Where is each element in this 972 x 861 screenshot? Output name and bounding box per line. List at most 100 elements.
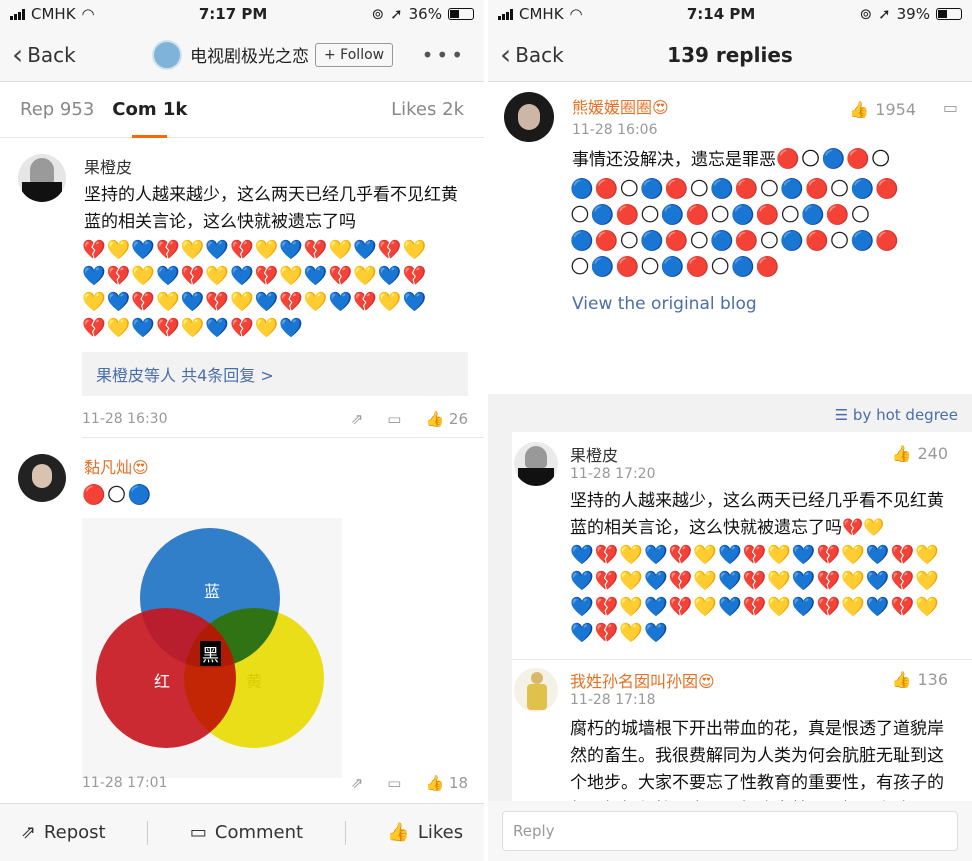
right-screen: CMHK ◠ 7:14 PM ⊚ ➚ 39% ‹ Back 139 replies…: [488, 0, 972, 861]
comment-time: 11-28 16:30: [82, 411, 168, 427]
likes-button[interactable]: 👍 Likes: [387, 822, 463, 843]
carrier: CMHK: [31, 5, 76, 23]
author-name[interactable]: 熊媛媛圈圈😍: [572, 94, 669, 118]
like-count: 240: [917, 444, 948, 463]
comment: 黏凡灿😍 🔴🌕🔵 蓝 红 黄 黑 11-28 17:01 ⇗ ▭ 👍 18: [0, 438, 484, 808]
comment-icon[interactable]: ▭: [387, 410, 401, 428]
avatar[interactable]: [18, 154, 66, 202]
member-badge-icon: 😍: [652, 98, 669, 117]
emoji-line: 💙💔💛💙💔💛💙💔💛💙💔💛💙💔: [82, 265, 428, 287]
venn-image[interactable]: 蓝 红 黄 黑: [82, 518, 342, 778]
comment-label: Comment: [214, 822, 304, 843]
comment-actions: ⇗ ▭ 👍 18: [351, 774, 468, 792]
comment-text: 坚持的人越来越少，这么两天已经几乎看不见红黄蓝的相关言论，这么快就被遗忘了吗: [84, 185, 458, 232]
comment-emojis: 💔💛💙💔💛💙💔💛💙💔💛💙💔💛 💙💔💛💙💔💛💙💔💛💙💔💛💙💔 💛💙💔💛💙💔💛💙💔💛…: [82, 237, 427, 341]
avatar[interactable]: [514, 668, 558, 712]
sort-icon: ☰: [834, 406, 853, 424]
like-button[interactable]: 👍 1954: [849, 100, 916, 119]
status-bar: CMHK ◠ 7:14 PM ⊚ ➚ 39%: [488, 0, 972, 28]
page-title: 电视剧极光之恋: [190, 47, 309, 67]
commenter-name[interactable]: 黏凡灿😍: [84, 454, 149, 478]
tab-comments[interactable]: Com 1k: [112, 99, 187, 138]
tab-reposts[interactable]: Rep 953: [20, 99, 94, 120]
divider: [344, 820, 346, 845]
avatar: [152, 39, 182, 70]
location-icon: ➚: [390, 5, 403, 23]
like-count: 18: [448, 774, 468, 792]
venn-label-red: 红: [154, 672, 171, 691]
like-count: 1954: [875, 100, 916, 119]
emoji-line: 💙💔💛💙: [570, 622, 669, 644]
member-badge-icon: 😍: [132, 458, 149, 477]
comment-emojis: 🔴🌕🔵: [82, 484, 153, 506]
reply-text: 坚持的人越来越少，这么两天已经几乎看不见红黄蓝的相关言论，这么快就被遗忘了吗💔💛: [570, 491, 944, 538]
view-original-blog-link[interactable]: View the original blog: [572, 294, 757, 314]
back-button[interactable]: ‹ Back: [488, 37, 564, 71]
emoji-line: 🌕🔵🔴🌕🔵🔴🌕🔵🔴🌕🔵🔴🌕: [570, 204, 872, 226]
like-button[interactable]: 👍 136: [892, 670, 948, 689]
like-count: 26: [448, 410, 468, 428]
comment-icon[interactable]: ▭: [387, 774, 401, 792]
reply-list: 果橙皮 11-28 17:20 👍 240 坚持的人越来越少，这么两天已经几乎看不…: [512, 432, 972, 847]
left-screen: CMHK ◠ 7:17 PM ⊚ ➚ 36% ‹ Back 电视剧极光之恋 + F…: [0, 0, 484, 861]
replier-name[interactable]: 我姓孙名囡叫孙囡😍: [570, 668, 715, 692]
comment: 果橙皮 坚持的人越来越少，这么两天已经几乎看不见红黄蓝的相关言论，这么快就被遗忘…: [0, 138, 484, 438]
reply-emojis: 💙💔💛💙💔💛💙💔💛💙💔💛💙💔💛 💙💔💛💙💔💛💙💔💛💙💔💛💙💔💛 💙💔💛💙💔💛💙💔…: [570, 542, 940, 646]
page: CMHK ◠ 7:17 PM ⊚ ➚ 36% ‹ Back 电视剧极光之恋 + F…: [0, 0, 972, 861]
battery-icon: [447, 8, 474, 20]
comment-button[interactable]: ▭ Comment: [190, 822, 303, 843]
like-button[interactable]: 👍 26: [425, 410, 468, 428]
lock-rotation-icon: ⊚: [371, 5, 385, 23]
status-bar: CMHK ◠ 7:17 PM ⊚ ➚ 36%: [0, 0, 484, 28]
avatar[interactable]: [18, 454, 66, 502]
nav-bar: ‹ Back 电视剧极光之恋 + Follow •••: [0, 28, 484, 82]
likes-label: Likes: [417, 822, 464, 843]
emoji-line: 💙💔💛💙💔💛💙💔💛💙💔💛💙💔💛: [570, 544, 940, 566]
more-icon[interactable]: •••: [422, 43, 466, 67]
back-label: Back: [515, 42, 564, 67]
reply-input[interactable]: Reply: [502, 811, 958, 851]
comment-time: 11-28 17:01: [82, 775, 168, 791]
divider: [147, 820, 149, 845]
avatar[interactable]: [514, 442, 558, 486]
avatar[interactable]: [504, 92, 554, 142]
blog-time: 11-28 16:06: [572, 122, 658, 138]
original-blog-card: 熊媛媛圈圈😍 11-28 16:06 👍 1954 ▭ 事情还没解决，遗忘是罪恶🔴…: [488, 82, 972, 394]
carrier: CMHK: [519, 5, 564, 23]
emoji-line: 🌕🔵🔴🌕🔵🔴🌕🔵🔴: [570, 256, 781, 278]
emoji-line: 🔵🔴🌕🔵🔴🌕🔵🔴🌕🔵🔴🌕🔵🔴: [570, 178, 900, 200]
nav-user[interactable]: 电视剧极光之恋 + Follow: [152, 39, 394, 70]
thumbs-up-icon: 👍: [891, 444, 912, 463]
thumbs-up-icon: 👍: [387, 822, 410, 843]
comment-icon[interactable]: ▭: [943, 98, 958, 117]
venn-label-blue: 蓝: [204, 582, 221, 601]
tab-likes[interactable]: Likes 2k: [391, 99, 464, 120]
venn-label-yellow: 黄: [246, 672, 263, 691]
bottom-toolbar: ⇗ Repost ▭ Comment 👍 Likes: [0, 803, 484, 861]
nav-bar: ‹ Back 139 replies: [488, 28, 972, 82]
like-button[interactable]: 👍 240: [892, 444, 948, 463]
sort-by-hot-degree[interactable]: ☰ by hot degree: [488, 394, 972, 432]
commenter-name[interactable]: 果橙皮: [84, 154, 132, 178]
back-button[interactable]: ‹ Back: [0, 40, 76, 68]
like-button[interactable]: 👍 18: [425, 774, 468, 792]
chevron-left-icon: ‹: [500, 37, 512, 71]
blog-emojis: 🔵🔴🌕🔵🔴🌕🔵🔴🌕🔵🔴🌕🔵🔴 🌕🔵🔴🌕🔵🔴🌕🔵🔴🌕🔵🔴🌕 🔵🔴🌕🔵🔴🌕🔵🔴🌕🔵🔴…: [570, 176, 900, 280]
replier-name-text: 我姓孙名囡叫孙囡: [570, 672, 699, 691]
comment-meta: 11-28 16:30 ⇗ ▭ 👍 26: [82, 410, 468, 428]
reply-time: 11-28 17:20: [570, 466, 656, 482]
member-badge-icon: 😍: [698, 672, 715, 691]
replier-name[interactable]: 果橙皮: [570, 442, 618, 466]
emoji-line: 🔵🔴🌕🔵🔴🌕🔵🔴🌕🔵🔴🌕🔵🔴: [570, 230, 900, 252]
lock-rotation-icon: ⊚: [859, 5, 873, 23]
blog-text-content: 事情还没解决，遗忘是罪恶: [572, 150, 776, 170]
sub-replies-link[interactable]: 果橙皮等人 共4条回复 >: [82, 352, 468, 396]
emoji-line: 💔💛💙💔💛💙💔💛💙: [82, 317, 304, 339]
battery-percent: 39%: [896, 5, 930, 23]
share-icon[interactable]: ⇗: [351, 410, 364, 428]
repost-button[interactable]: ⇗ Repost: [21, 822, 106, 843]
emoji-line: 💔💛💙💔💛💙💔💛💙💔💛💙💔💛: [82, 239, 428, 261]
share-icon[interactable]: ⇗: [351, 774, 364, 792]
follow-button[interactable]: + Follow: [315, 42, 394, 67]
wifi-icon: ◠: [569, 5, 583, 23]
